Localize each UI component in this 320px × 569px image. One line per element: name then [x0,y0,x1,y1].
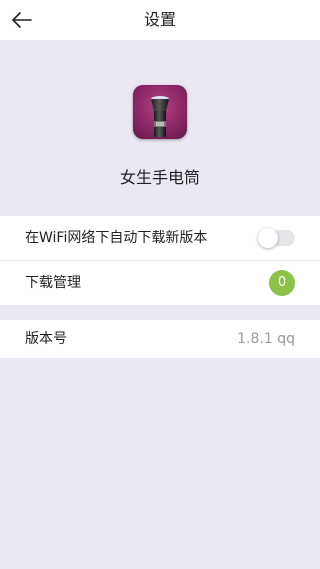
top-bar: 设置 [0,0,320,40]
toggle-knob [258,228,278,248]
download-manager-row[interactable]: 下载管理 0 [0,261,320,305]
app-info: 女生手电筒 [0,40,320,216]
wifi-auto-download-toggle[interactable] [258,228,295,248]
version-row: 版本号 1.8.1 qq [0,320,320,358]
wifi-auto-download-label: 在WiFi网络下自动下载新版本 [25,230,208,246]
flashlight-app-icon [133,85,187,139]
page-title: 设置 [143,10,176,29]
download-count-badge: 0 [269,270,295,296]
version-label: 版本号 [25,331,67,347]
wifi-auto-download-row[interactable]: 在WiFi网络下自动下载新版本 [0,216,320,260]
app-name: 女生手电筒 [119,168,200,187]
version-value: 1.8.1 qq [237,331,295,347]
download-manager-label: 下载管理 [25,275,81,291]
